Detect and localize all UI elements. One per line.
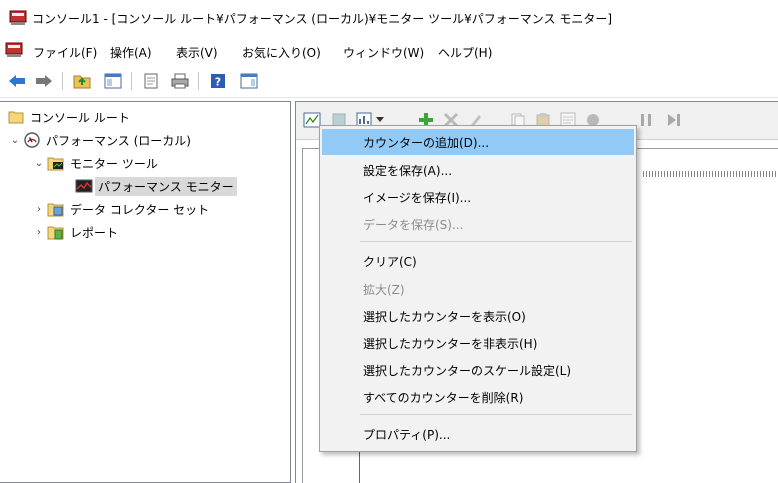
main-toolbar: ? xyxy=(0,66,778,98)
menu-item-show-selected[interactable]: 選択したカウンターを表示(O) xyxy=(322,303,634,329)
menu-bar: ファイル(F) 操作(A) 表示(V) お気に入り(O) ウィンドウ(W) ヘル… xyxy=(0,38,778,66)
system-menu-icon[interactable] xyxy=(5,42,23,61)
menu-help[interactable]: ヘルプ(H) xyxy=(438,44,492,61)
menu-item-hide-selected[interactable]: 選択したカウンターを非表示(H) xyxy=(322,330,634,356)
menu-item-clear[interactable]: クリア(C) xyxy=(322,248,634,274)
performance-monitor-icon xyxy=(74,178,94,194)
chevron-down-icon[interactable]: ⌄ xyxy=(8,135,22,146)
window-title: コンソール1 - [コンソール ルート¥パフォーマンス (ローカル)¥モニター … xyxy=(32,12,613,26)
monitor-tools-folder-icon xyxy=(46,155,66,171)
data-collector-folder-icon xyxy=(46,201,66,217)
menu-action[interactable]: 操作(A) xyxy=(110,44,152,61)
menu-window[interactable]: ウィンドウ(W) xyxy=(343,44,424,61)
reports-folder-icon xyxy=(46,224,66,240)
print-icon[interactable] xyxy=(169,70,191,92)
help-icon[interactable]: ? xyxy=(207,70,229,92)
chevron-right-icon[interactable]: › xyxy=(32,204,46,215)
svg-text:?: ? xyxy=(215,76,221,89)
tree-item-reports[interactable]: › レポート xyxy=(32,221,118,243)
chevron-down-icon[interactable]: ⌄ xyxy=(32,158,46,169)
menu-item-save-data: データを保存(S)... xyxy=(363,217,464,232)
console-tree: コンソール ルート ⌄ パフォーマンス (ローカル) ⌄ モニター ツール パフ… xyxy=(0,101,291,483)
update-data-icon[interactable] xyxy=(664,110,684,130)
chevron-right-icon[interactable]: › xyxy=(32,227,46,238)
tree-item-label: コンソール ルート xyxy=(30,110,130,125)
back-icon[interactable] xyxy=(6,70,28,92)
tree-item-data-collector-sets[interactable]: › データ コレクター セット xyxy=(32,198,209,220)
graph-context-menu: カウンターの追加(D)... 設定を保存(A)... イメージを保存(I)...… xyxy=(319,125,637,452)
menu-view[interactable]: 表示(V) xyxy=(176,44,218,61)
up-folder-icon[interactable] xyxy=(71,70,93,92)
menu-separator xyxy=(360,241,632,242)
tree-item-label: データ コレクター セット xyxy=(70,202,210,217)
properties-icon[interactable] xyxy=(140,70,162,92)
menu-separator xyxy=(360,414,632,415)
action-pane-icon[interactable] xyxy=(238,70,260,92)
graph-gridline xyxy=(643,171,778,177)
toolbar-separator xyxy=(131,72,132,90)
menu-item-zoom: 拡大(Z) xyxy=(363,282,405,297)
tree-item-monitor-tools[interactable]: ⌄ モニター ツール xyxy=(32,152,158,174)
title-bar: コンソール1 - [コンソール ルート¥パフォーマンス (ローカル)¥モニター … xyxy=(0,0,778,38)
menu-item-save-image[interactable]: イメージを保存(I)... xyxy=(322,184,634,210)
tree-item-performance-monitor[interactable]: パフォーマンス モニター xyxy=(74,175,237,197)
tree-item-console-root[interactable]: コンソール ルート xyxy=(6,106,130,128)
menu-item-add-counters[interactable]: カウンターの追加(D)... xyxy=(322,129,634,155)
folder-icon xyxy=(6,109,26,125)
menu-item-save-settings[interactable]: 設定を保存(A)... xyxy=(322,157,634,183)
menu-item-properties[interactable]: プロパティ(P)... xyxy=(322,421,634,447)
tree-item-label: パフォーマンス (ローカル) xyxy=(46,133,191,148)
pause-icon[interactable] xyxy=(636,110,656,130)
tree-item-label: レポート xyxy=(70,225,119,240)
menu-item-scale-selected[interactable]: 選択したカウンターのスケール設定(L) xyxy=(322,357,634,383)
toolbar-separator xyxy=(62,72,63,90)
show-tree-icon[interactable] xyxy=(102,70,124,92)
menu-favorites[interactable]: お気に入り(O) xyxy=(242,44,321,61)
mmc-app-icon xyxy=(9,10,27,29)
menu-file[interactable]: ファイル(F) xyxy=(33,44,97,61)
menu-item-remove-all[interactable]: すべてのカウンターを削除(R) xyxy=(322,384,634,410)
tree-item-label: モニター ツール xyxy=(70,156,158,171)
tree-item-performance[interactable]: ⌄ パフォーマンス (ローカル) xyxy=(8,129,191,151)
forward-icon[interactable] xyxy=(33,70,55,92)
toolbar-separator xyxy=(198,72,199,90)
performance-gauge-icon xyxy=(22,132,42,148)
tree-item-label: パフォーマンス モニター xyxy=(95,176,237,196)
